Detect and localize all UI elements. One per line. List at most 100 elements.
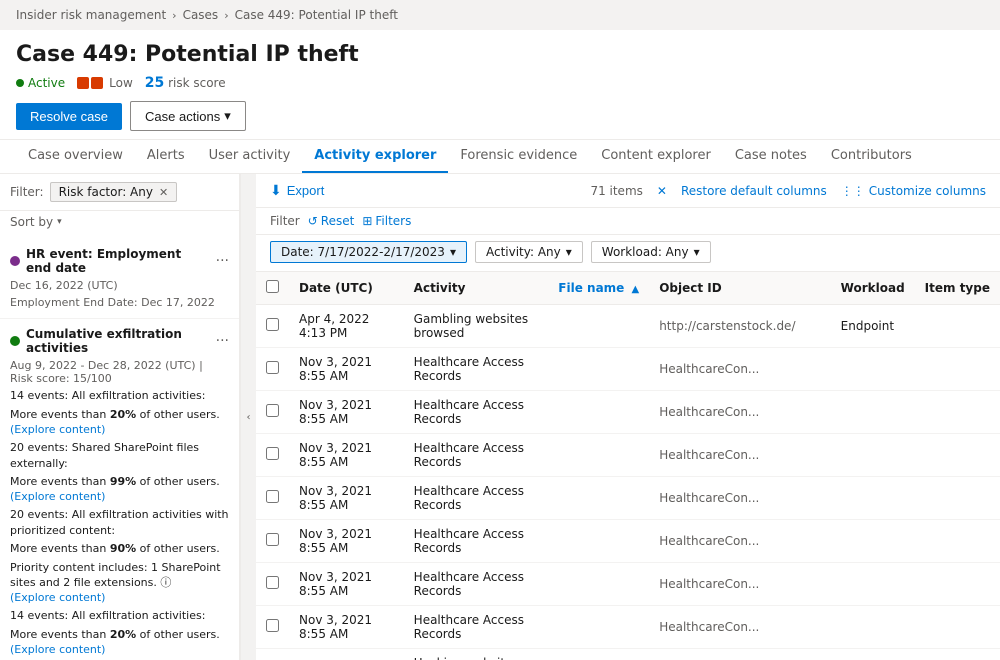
row-filename-3 <box>548 434 649 477</box>
case-actions-label: Case actions <box>145 109 220 124</box>
export-button[interactable]: ⬇ Export <box>270 182 324 199</box>
tab-alerts[interactable]: Alerts <box>135 140 197 173</box>
sev-box-1 <box>77 77 89 89</box>
event-menu-icon-0[interactable]: ··· <box>216 253 229 269</box>
row-filename-5 <box>548 520 649 563</box>
row-activity-7: Healthcare Access Records <box>404 606 549 649</box>
tab-case-overview[interactable]: Case overview <box>16 140 135 173</box>
breadcrumb-sep-0: › <box>172 9 176 22</box>
event-dot-1 <box>10 336 20 346</box>
row-filename-8 <box>548 649 649 660</box>
tab-user-activity[interactable]: User activity <box>197 140 303 173</box>
row-filename-2 <box>548 391 649 434</box>
table-row: Nov 3, 2021 8:55 AM Healthcare Access Re… <box>256 391 1000 434</box>
row-checkbox-0[interactable] <box>256 305 289 348</box>
row-activity-2: Healthcare Access Records <box>404 391 549 434</box>
explore-link-1[interactable]: (Explore content) <box>10 490 105 503</box>
row-activity-4: Healthcare Access Records <box>404 477 549 520</box>
stat-4: 20 events: All exfiltration activities w… <box>10 507 229 538</box>
row-activity-8: Hacking websites browsed, Malware w... <box>404 649 549 660</box>
export-label: Export <box>287 183 325 198</box>
row-workload-1 <box>831 348 915 391</box>
row-checkbox-6[interactable] <box>256 563 289 606</box>
event-menu-icon-1[interactable]: ··· <box>216 333 229 349</box>
sort-arrow-icon: ▲ <box>631 284 639 295</box>
activity-chip[interactable]: Activity: Any ▾ <box>475 241 583 263</box>
workload-chip[interactable]: Workload: Any ▾ <box>591 241 711 263</box>
row-filename-6 <box>548 563 649 606</box>
reset-button[interactable]: ↺ Reset <box>308 214 355 228</box>
row-date-3: Nov 3, 2021 8:55 AM <box>289 434 404 477</box>
row-date-1: Nov 3, 2021 8:55 AM <box>289 348 404 391</box>
table-row: Nov 3, 2021 8:55 AM Healthcare Access Re… <box>256 563 1000 606</box>
row-itemtype-8 <box>915 649 1000 660</box>
date-chip[interactable]: Date: 7/17/2022-2/17/2023 ▾ <box>270 241 467 263</box>
filter-chip[interactable]: Risk factor: Any ✕ <box>50 182 178 202</box>
event-header-0: HR event: Employment end date ··· <box>10 247 229 275</box>
col-itemtype: Item type <box>915 272 1000 305</box>
event-date-1: Aug 9, 2022 - Dec 28, 2022 (UTC) | Risk … <box>10 359 229 385</box>
explore-link-0[interactable]: (Explore content) <box>10 423 105 436</box>
customize-label: Customize columns <box>869 184 986 198</box>
explore-link-3[interactable]: (Explore content) <box>10 643 105 656</box>
tab-content-explorer[interactable]: Content explorer <box>589 140 723 173</box>
row-objectid-4: HealthcareCon... <box>649 477 830 520</box>
row-workload-3 <box>831 434 915 477</box>
sort-row[interactable]: Sort by ▾ <box>0 211 239 235</box>
select-all-checkbox[interactable] <box>266 280 279 293</box>
row-filename-0 <box>548 305 649 348</box>
stat-6: Priority content includes: 1 SharePoint … <box>10 560 229 591</box>
status-dot <box>16 79 24 87</box>
row-filename-4 <box>548 477 649 520</box>
table-header-row: Date (UTC) Activity File name ▲ Object I… <box>256 272 1000 305</box>
left-panel: Filter: Risk factor: Any ✕ Sort by ▾ HR … <box>0 174 240 660</box>
reset-label: Reset <box>321 214 355 228</box>
filter-chips-row: Date: 7/17/2022-2/17/2023 ▾ Activity: An… <box>256 235 1000 272</box>
row-checkbox-1[interactable] <box>256 348 289 391</box>
customize-columns-button[interactable]: ⋮⋮ Customize columns <box>841 184 986 198</box>
panel-collapse-button[interactable]: ‹ <box>240 174 256 660</box>
row-checkbox-8[interactable] <box>256 649 289 660</box>
row-itemtype-0 <box>915 305 1000 348</box>
case-actions-button[interactable]: Case actions ▾ <box>130 101 246 131</box>
tab-case-notes[interactable]: Case notes <box>723 140 819 173</box>
filter-bar-label: Filter: <box>10 185 44 199</box>
breadcrumb-item-1[interactable]: Cases <box>183 8 219 22</box>
row-activity-5: Healthcare Access Records <box>404 520 549 563</box>
toolbar-left: ⬇ Export <box>270 182 324 199</box>
tabs-bar: Case overview Alerts User activity Activ… <box>0 140 1000 174</box>
event-title-1: Cumulative exfiltration activities <box>26 327 210 355</box>
resolve-case-button[interactable]: Resolve case <box>16 103 122 130</box>
filter-chip-close-icon[interactable]: ✕ <box>159 186 168 199</box>
severity-badges: Low <box>77 76 133 90</box>
row-checkbox-5[interactable] <box>256 520 289 563</box>
col-filename[interactable]: File name ▲ <box>548 272 649 305</box>
event-detail-0: Employment End Date: Dec 17, 2022 <box>10 295 229 310</box>
event-item-1: Cumulative exfiltration activities ··· A… <box>0 319 239 660</box>
tab-contributors[interactable]: Contributors <box>819 140 924 173</box>
table-row: Nov 3, 2021 8:55 AM Healthcare Access Re… <box>256 477 1000 520</box>
sort-chevron-icon: ▾ <box>57 217 62 227</box>
tab-activity-explorer[interactable]: Activity explorer <box>302 140 448 173</box>
row-checkbox-7[interactable] <box>256 606 289 649</box>
row-itemtype-1 <box>915 348 1000 391</box>
breadcrumb-item-2: Case 449: Potential IP theft <box>235 8 398 22</box>
row-checkbox-3[interactable] <box>256 434 289 477</box>
row-itemtype-4 <box>915 477 1000 520</box>
stat-1: More events than 20% of other users. <box>10 407 229 422</box>
stat-0: 14 events: All exfiltration activities: <box>10 388 229 403</box>
row-checkbox-4[interactable] <box>256 477 289 520</box>
col-workload: Workload <box>831 272 915 305</box>
breadcrumb-item-0[interactable]: Insider risk management <box>16 8 166 22</box>
filters-button[interactable]: ⊞ Filters <box>362 214 411 228</box>
row-checkbox-2[interactable] <box>256 391 289 434</box>
items-count: 71 items <box>590 184 642 198</box>
restore-columns-button[interactable]: Restore default columns <box>681 184 827 198</box>
toolbar-right: 71 items ✕ Restore default columns ⋮⋮ Cu… <box>590 184 986 198</box>
filter-row-label: Filter <box>270 214 300 228</box>
tab-forensic-evidence[interactable]: Forensic evidence <box>448 140 589 173</box>
col-checkbox <box>256 272 289 305</box>
explore-link-2[interactable]: (Explore content) <box>10 591 105 604</box>
row-workload-7 <box>831 606 915 649</box>
sort-by-label: Sort by <box>10 215 53 229</box>
